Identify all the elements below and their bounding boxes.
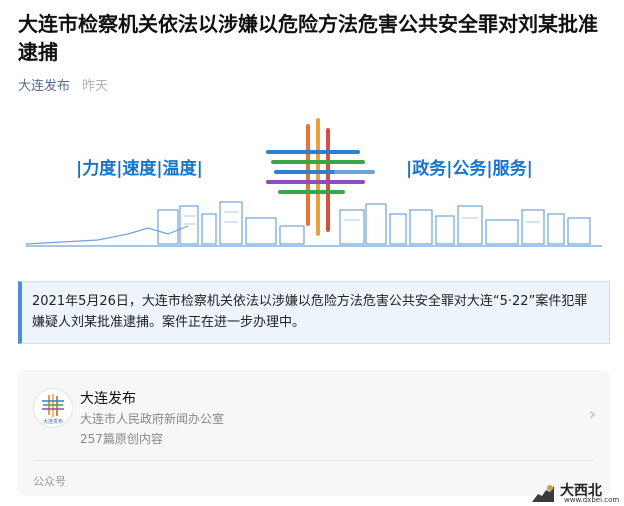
card-divider: [33, 460, 595, 461]
account-article-count: 257篇原创内容: [80, 432, 163, 446]
chevron-right-icon[interactable]: ›: [589, 406, 596, 424]
notice-text: 2021年5月26日，大连市检察机关依法以涉嫌以危险方法危害公共安全罪对大连“5…: [32, 294, 588, 330]
banner-skyline-windows: [184, 211, 540, 225]
article-title: 大连市检察机关依法以涉嫌以危险方法危害公共安全罪对刘某批准逮捕: [18, 12, 598, 64]
article-meta: 大连发布 昨天: [18, 75, 108, 94]
account-org: 大连市人民政府新闻办公室: [80, 412, 225, 426]
watermark: 大西北 www.dxbei.com: [528, 480, 624, 506]
account-avatar[interactable]: 大连发布: [33, 388, 73, 428]
notice-box: 2021年5月26日，大连市检察机关依法以涉嫌以危险方法危害公共安全罪对大连“5…: [18, 281, 610, 344]
source-link[interactable]: 大连发布: [18, 79, 70, 94]
publish-time: 昨天: [82, 79, 109, 94]
banner-skyline: [25, 201, 602, 247]
banner-logo: [266, 118, 375, 236]
watermark-deer-icon: [532, 485, 554, 502]
banner-image: |力度|速度|温度| |政务|公务|服务|: [18, 106, 610, 266]
banner-right-slogan: |政务|公务|服务|: [406, 158, 533, 179]
avatar-label: 大连发布: [43, 418, 63, 425]
banner-left-slogan: |力度|速度|温度|: [76, 158, 203, 179]
account-card[interactable]: 大连发布 大连发布 大连市人民政府新闻办公室 257篇原创内容 › 公众号: [18, 370, 610, 496]
watermark-url: www.dxbei.com: [564, 496, 620, 504]
account-type-label: 公众号: [33, 475, 66, 488]
account-name: 大连发布: [80, 391, 136, 407]
